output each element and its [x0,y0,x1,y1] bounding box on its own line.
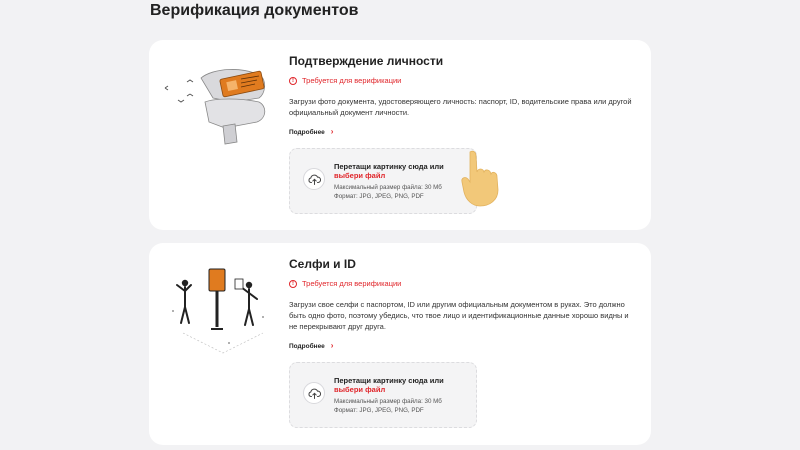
identity-card: Подтверждение личности ! Требуется для в… [149,40,651,230]
dropzone-instruction: Перетащи картинку сюда или [334,376,444,385]
choose-file-link[interactable]: выбери файл [334,171,474,180]
card-title: Селфи и ID [289,257,356,271]
chevron-right-icon: › [330,341,334,350]
status-text: Требуется для верификации [302,76,402,85]
more-link-label: Подробнее [289,342,325,350]
warning-circle-icon: ! [289,279,297,288]
dropzone-instruction: Перетащи картинку сюда или [334,162,444,171]
dropzone-formats: Формат: JPG, JPEG, PNG, PDF [334,407,424,414]
status-text: Требуется для верификации [302,279,402,288]
pointing-hand-icon [461,150,499,207]
page-title: Верификация документов [150,2,359,19]
choose-file-link[interactable]: выбери файл [334,385,474,394]
identity-illustration [164,69,266,145]
chevron-right-icon: › [330,127,334,136]
card-description: Загрузи свое селфи с паспортом, ID или д… [289,300,629,331]
card-title: Подтверждение личности [289,54,444,68]
cloud-upload-icon [303,382,325,404]
cloud-upload-icon [303,168,325,190]
file-dropzone[interactable]: Перетащи картинку сюда или выбери файл М… [289,148,477,214]
more-link[interactable]: Подробнее › [289,128,634,136]
more-link-label: Подробнее [289,128,325,136]
more-link[interactable]: Подробнее › [289,342,634,350]
file-dropzone[interactable]: Перетащи картинку сюда или выбери файл М… [289,362,477,428]
dropzone-formats: Формат: JPG, JPEG, PNG, PDF [334,193,424,200]
dropzone-max-size: Максимальный размер файла: 30 Мб [334,398,442,405]
dropzone-max-size: Максимальный размер файла: 30 Мб [334,184,442,191]
status-badge: ! Требуется для верификации [289,279,634,288]
card-description: Загрузи фото документа, удостоверяющего … [289,97,632,117]
warning-circle-icon: ! [289,76,297,85]
status-badge: ! Требуется для верификации [289,76,634,85]
selfie-illustration [172,268,264,354]
selfie-card: Селфи и ID ! Требуется для верификации З… [149,243,651,445]
